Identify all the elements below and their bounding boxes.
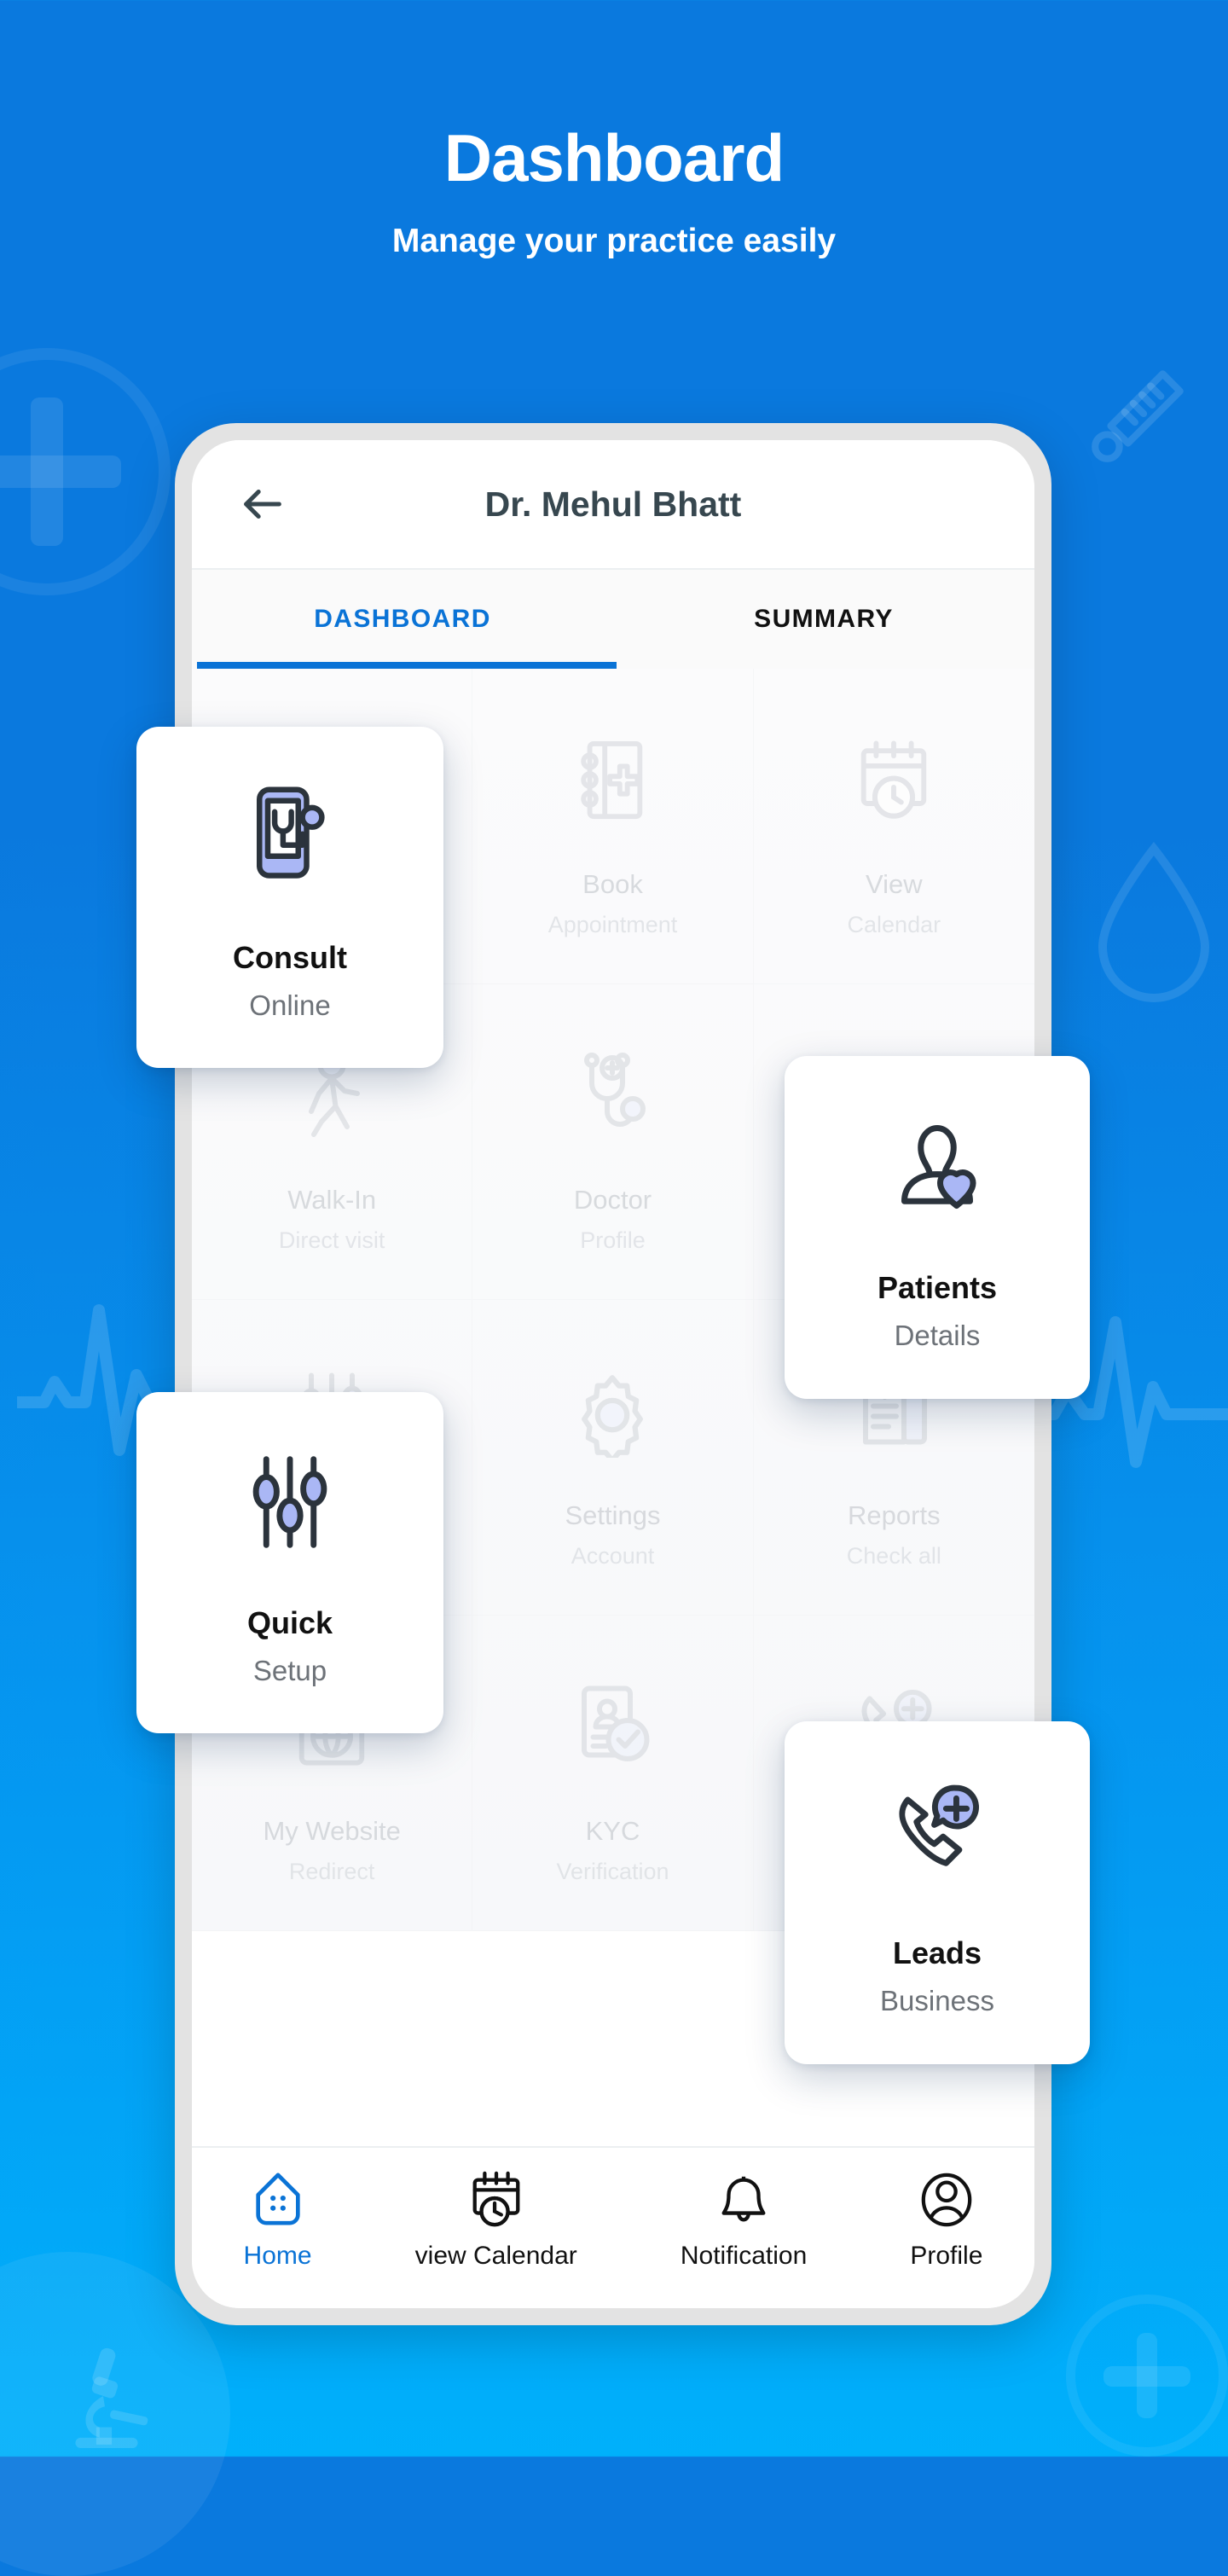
page-title: Dashboard — [443, 120, 785, 195]
tile-sub: Verification — [556, 1859, 669, 1884]
tile-sub: Check all — [846, 1543, 941, 1569]
highlight-card-title: Leads — [892, 1935, 982, 1970]
tab-active-indicator — [197, 662, 617, 669]
arrow-left-icon[interactable] — [238, 479, 287, 529]
tab-summary[interactable]: SUMMARY — [613, 570, 1034, 669]
highlight-card-sub: Online — [249, 989, 331, 1021]
tile-sub: Direct visit — [278, 1227, 385, 1253]
water-drop-icon — [1098, 841, 1210, 1002]
app-bar: Dr. Mehul Bhatt — [192, 440, 1034, 568]
highlight-card-title: Patients — [877, 1270, 998, 1305]
nav-label: Home — [243, 2242, 312, 2270]
hero-header: Dashboard Manage your practice easily — [0, 0, 1228, 260]
id-card-check-icon — [571, 1661, 653, 1773]
highlight-card-sub: Business — [880, 1985, 994, 2016]
highlight-card-quick[interactable]: Quick Setup — [136, 1392, 443, 1733]
highlight-card-title: Consult — [233, 940, 347, 975]
tile-title: Book — [582, 869, 643, 899]
tab-bar: DASHBOARD SUMMARY — [192, 568, 1034, 669]
tile-title: My Website — [263, 1816, 401, 1846]
tile-title: View — [866, 869, 923, 899]
nav-item-home[interactable]: Home — [244, 2170, 312, 2271]
page-subtitle: Manage your practice easily — [391, 223, 837, 259]
microscope-icon — [75, 2347, 148, 2448]
tile-sub: Profile — [580, 1227, 646, 1253]
plus-circle-bottom-right-glyph — [1093, 2322, 1201, 2429]
nav-item-view-calendar[interactable]: view Calendar — [415, 2170, 577, 2271]
phone-add-icon — [889, 1768, 986, 1896]
tile-doctor-profile[interactable]: Doctor Profile — [472, 984, 754, 1300]
thermometer-icon — [1092, 370, 1184, 462]
plus-circle-bottom-right-icon — [1066, 2295, 1228, 2457]
tile-title: Settings — [565, 1500, 661, 1530]
person-heart-icon — [889, 1103, 985, 1231]
highlight-card-sub: Setup — [252, 1655, 327, 1686]
stethoscope-icon — [571, 1030, 653, 1142]
tile-sub: Account — [571, 1543, 655, 1569]
nav-label: view Calendar — [414, 2242, 577, 2270]
tile-title: KYC — [585, 1816, 640, 1846]
highlight-card-patients[interactable]: Patients Details — [785, 1056, 1090, 1399]
tile-settings[interactable]: Settings Account — [472, 1300, 754, 1616]
plus-circle-top-left-glyph — [0, 382, 136, 561]
tile-sub: Redirect — [288, 1859, 375, 1884]
nav-label: Notification — [680, 2242, 808, 2270]
calendar-clock-icon — [851, 714, 936, 827]
phone-stethoscope-icon — [246, 773, 334, 901]
highlight-card-consult[interactable]: Consult Online — [136, 727, 443, 1068]
app-bar-title: Dr. Mehul Bhatt — [484, 484, 742, 524]
plus-circle-top-left-icon — [0, 348, 171, 595]
tile-book-appointment[interactable]: Book Appointment — [472, 669, 754, 984]
sliders-icon — [246, 1438, 334, 1566]
tile-kyc[interactable]: KYC Verification — [472, 1616, 754, 1931]
nav-label: Profile — [910, 2242, 983, 2270]
tile-title: Reports — [848, 1500, 941, 1530]
highlight-card-sub: Details — [894, 1320, 981, 1351]
tile-view-calendar[interactable]: View Calendar — [753, 669, 1034, 984]
medical-book-icon — [572, 714, 652, 827]
tile-title: Doctor — [573, 1185, 652, 1215]
tile-sub: Appointment — [547, 912, 678, 937]
tab-dashboard[interactable]: DASHBOARD — [192, 570, 613, 669]
highlight-card-title: Quick — [246, 1605, 333, 1640]
gear-icon — [570, 1345, 655, 1458]
tile-title: Walk-In — [287, 1185, 377, 1215]
tile-sub: Calendar — [847, 912, 941, 937]
highlight-card-leads[interactable]: Leads Business — [785, 1721, 1090, 2064]
nav-item-profile[interactable]: Profile — [910, 2170, 982, 2271]
nav-item-notification[interactable]: Notification — [681, 2170, 807, 2271]
bottom-navigation: Home view Calendar Notification Profile — [192, 2146, 1034, 2308]
